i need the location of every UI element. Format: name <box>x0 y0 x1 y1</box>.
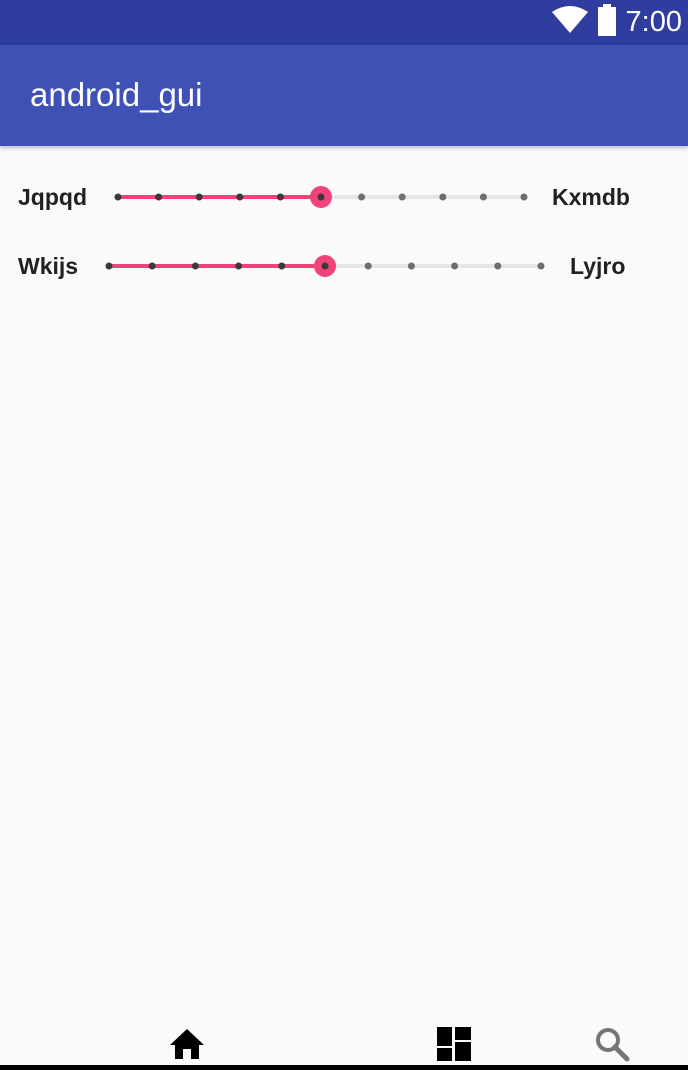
slider-tick <box>398 193 406 201</box>
slider-tick <box>364 262 372 270</box>
status-bar: 7:00 <box>0 0 688 45</box>
slider-tick <box>105 262 113 270</box>
slider-track-svg[interactable] <box>99 241 551 291</box>
slider-tick <box>155 193 163 201</box>
slider-tick <box>494 262 502 270</box>
slider-right-label: Kxmdb <box>552 184 630 210</box>
slider-tick <box>451 262 459 270</box>
slider-tick <box>358 193 366 201</box>
app-title: android_gui <box>30 76 203 113</box>
slider-tick <box>537 262 545 270</box>
slider-tick <box>407 262 415 270</box>
battery-icon <box>597 4 617 41</box>
slider-left-label: Jqpqd <box>18 184 87 210</box>
discrete-slider-1[interactable] <box>108 172 534 222</box>
slider-track-svg[interactable] <box>108 172 534 222</box>
bottom-divider <box>0 1065 688 1070</box>
slider-tick <box>520 193 528 201</box>
slider-tick <box>317 193 325 201</box>
slider-tick <box>278 262 286 270</box>
slider-row-2: Wkijs Lyjro <box>0 241 688 291</box>
home-icon[interactable] <box>163 1024 211 1064</box>
app-bar: android_gui <box>0 45 688 146</box>
slider-tick <box>191 262 199 270</box>
slider-tick <box>148 262 156 270</box>
slider-tick <box>276 193 284 201</box>
status-icons: 7:00 <box>551 0 682 45</box>
status-time: 7:00 <box>625 6 682 38</box>
slider-tick <box>195 193 203 201</box>
wifi-icon <box>551 6 588 39</box>
slider-tick <box>321 262 329 270</box>
slider-left-label: Wkijs <box>18 253 79 279</box>
discrete-slider-2[interactable] <box>99 241 551 291</box>
slider-tick <box>235 262 243 270</box>
slider-tick <box>236 193 244 201</box>
slider-tick <box>479 193 487 201</box>
bottom-navigation <box>0 1012 688 1070</box>
search-icon[interactable] <box>588 1024 636 1064</box>
slider-tick <box>439 193 447 201</box>
slider-tick <box>114 193 122 201</box>
dashboard-icon[interactable] <box>430 1024 478 1064</box>
slider-right-label: Lyjro <box>570 253 626 279</box>
slider-row-1: Jqpqd Kxmdb <box>0 172 688 222</box>
